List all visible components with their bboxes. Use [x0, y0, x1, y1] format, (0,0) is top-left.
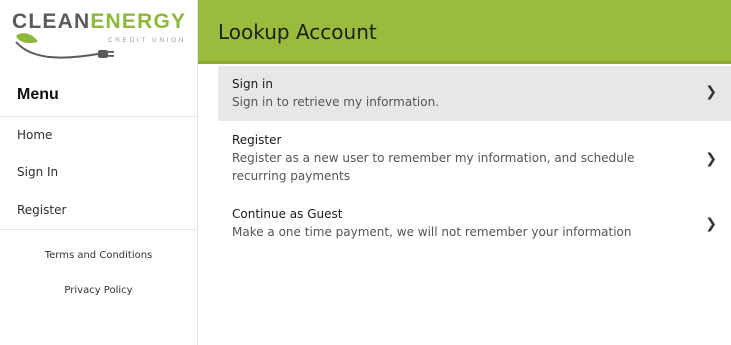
- logo-wordmark-clean: CLEAN: [12, 10, 91, 33]
- nav-sign-in-link[interactable]: Sign In: [17, 165, 58, 179]
- option-description: Register as a new user to remember my in…: [232, 151, 635, 183]
- clean-energy-logo[interactable]: CLEANENERGY CREDIT UNION: [12, 10, 192, 66]
- privacy-policy-link[interactable]: Privacy Policy: [0, 285, 197, 296]
- footer-divider: [0, 229, 197, 230]
- nav-register-link[interactable]: Register: [17, 203, 66, 217]
- sidebar: CLEANENERGY CREDIT UNION Menu Home Sign …: [0, 0, 198, 345]
- nav-home-link[interactable]: Home: [17, 128, 52, 142]
- chevron-right-icon: ❯: [705, 216, 717, 232]
- chevron-right-icon: ❯: [705, 151, 717, 167]
- sign-in-option[interactable]: Sign in Sign in to retrieve my informati…: [218, 66, 731, 121]
- option-description: Make a one time payment, we will not rem…: [232, 225, 632, 239]
- page-title: Lookup Account: [218, 20, 377, 44]
- option-label: Register: [232, 133, 282, 147]
- register-option[interactable]: Register Register as a new user to remem…: [218, 125, 731, 187]
- menu-title: Menu: [17, 86, 59, 103]
- option-label: Continue as Guest: [232, 207, 343, 221]
- option-label: Sign in: [232, 77, 273, 91]
- chevron-right-icon: ❯: [705, 84, 717, 100]
- plug-icon: [15, 33, 114, 59]
- logo-wordmark: CLEANENERGY: [12, 10, 186, 34]
- option-description: Sign in to retrieve my information.: [232, 95, 439, 109]
- menu-divider: [0, 116, 197, 117]
- logo-wordmark-energy: ENERGY: [90, 10, 187, 33]
- continue-as-guest-option[interactable]: Continue as Guest Make a one time paymen…: [218, 200, 731, 246]
- terms-and-conditions-link[interactable]: Terms and Conditions: [0, 250, 197, 261]
- page-header: Lookup Account: [198, 0, 731, 64]
